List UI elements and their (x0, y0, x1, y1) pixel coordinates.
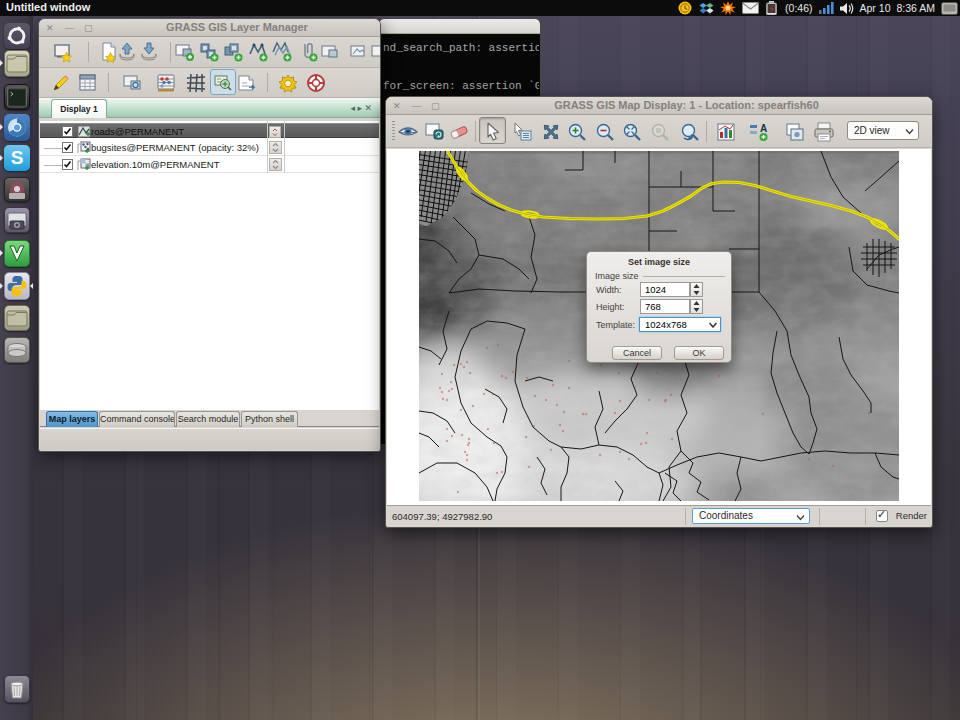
svg-text:A: A (760, 123, 767, 134)
